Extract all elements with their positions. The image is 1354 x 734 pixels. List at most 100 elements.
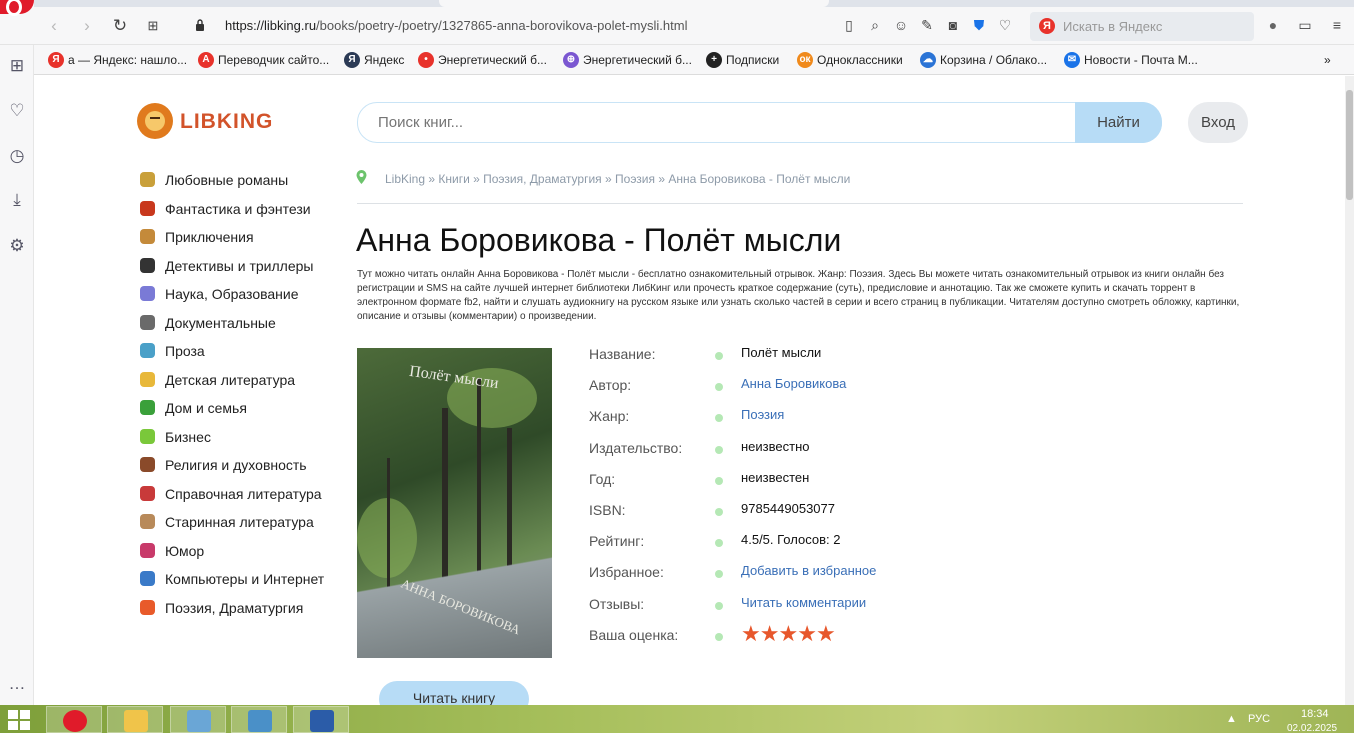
breadcrumb-link[interactable]: Поэзия xyxy=(615,172,655,186)
star-icon[interactable]: ★ xyxy=(816,621,836,646)
info-row: Год: неизвестен xyxy=(589,470,1049,502)
bookmark-label: Одноклассники xyxy=(817,53,903,67)
category-icon xyxy=(140,286,155,301)
active-tab[interactable] xyxy=(439,0,829,7)
star-icon[interactable]: ★ xyxy=(778,621,798,646)
category-item[interactable]: Юмор xyxy=(138,539,348,568)
windows-start-icon[interactable] xyxy=(8,710,30,730)
bookmarks-more-icon[interactable]: » xyxy=(1324,52,1331,68)
tray-expand-icon[interactable]: ▲ xyxy=(1226,713,1237,725)
category-icon xyxy=(140,571,155,586)
speed-dial-icon[interactable]: ⊞ xyxy=(5,54,29,78)
lock-icon[interactable] xyxy=(195,19,205,31)
breadcrumb-link[interactable]: LibKing xyxy=(385,172,425,186)
info-value[interactable]: Читать комментарии xyxy=(741,595,866,610)
category-item[interactable]: Наука, Образование xyxy=(138,282,348,311)
category-label: Юмор xyxy=(165,542,205,559)
bookmark-item[interactable]: ✉ Новости - Почта М... xyxy=(1064,52,1198,68)
bullet-icon xyxy=(715,539,723,548)
bookmark-label: Яндекс xyxy=(364,53,405,67)
category-label: Фантастика и фэнтези xyxy=(165,200,311,217)
divider xyxy=(357,203,1243,204)
info-value[interactable]: Анна Боровикова xyxy=(741,376,846,391)
category-item[interactable]: Любовные романы xyxy=(138,168,348,197)
category-item[interactable]: Фантастика и фэнтези xyxy=(138,197,348,226)
heart-icon[interactable]: ♡ xyxy=(996,16,1014,34)
book-search-input[interactable] xyxy=(378,114,1068,131)
read-book-button[interactable]: Читать книгу xyxy=(379,681,529,705)
category-item[interactable]: Справочная литература xyxy=(138,482,348,511)
forward-icon[interactable]: › xyxy=(77,16,97,36)
category-item[interactable]: Приключения xyxy=(138,225,348,254)
taskbar-app[interactable] xyxy=(170,706,226,733)
taskbar-word[interactable] xyxy=(293,706,349,733)
star-icon[interactable]: ★ xyxy=(760,621,780,646)
back-icon[interactable]: ‹ xyxy=(44,16,64,36)
breadcrumb-link[interactable]: Книги xyxy=(438,172,469,186)
category-icon xyxy=(140,400,155,415)
category-item[interactable]: Бизнес xyxy=(138,425,348,454)
search-page-icon[interactable]: ⌕ xyxy=(866,16,884,34)
photos-icon xyxy=(248,710,272,732)
clock-date[interactable]: 02.02.2025 xyxy=(1287,723,1337,734)
clock-time[interactable]: 18:34 xyxy=(1301,708,1329,720)
downloads-icon[interactable]: ⤓ xyxy=(5,188,29,212)
emoji-icon[interactable]: ☺ xyxy=(892,16,910,34)
bookmark-item[interactable]: ☁ Корзина / Облако... xyxy=(920,52,1047,68)
info-row: Название: Полёт мысли xyxy=(589,345,1049,377)
category-item[interactable]: Дом и семья xyxy=(138,396,348,425)
settings-gear-icon[interactable]: ⚙ xyxy=(5,234,29,258)
info-value: 9785449053077 xyxy=(741,500,835,516)
bookmark-item[interactable]: Яа — Яндекс: нашло... xyxy=(48,52,187,68)
page-scrollbar[interactable] xyxy=(1345,76,1354,705)
reload-icon[interactable]: ↻ xyxy=(110,16,130,36)
address-bar[interactable]: https://libking.ru/books/poetry-/poetry/… xyxy=(225,18,687,33)
bookmark-item[interactable]: Я Яндекс xyxy=(344,52,404,68)
shield-icon[interactable]: ⛊ xyxy=(970,16,988,34)
star-icon[interactable]: ★ xyxy=(797,621,817,646)
bookmark-item[interactable]: • Энергетический б... xyxy=(418,52,547,68)
scrollbar-thumb[interactable] xyxy=(1346,90,1353,200)
edit-icon[interactable]: ✎ xyxy=(918,16,936,34)
history-icon[interactable]: ◷ xyxy=(5,144,29,168)
easy-setup-icon[interactable]: ≡ xyxy=(1328,16,1346,34)
yandex-browser-icon: Я xyxy=(344,52,360,68)
category-item[interactable]: Компьютеры и Интернет xyxy=(138,567,348,596)
bookmark-item[interactable]: ⊕ Энергетический б... xyxy=(563,52,692,68)
bookmark-label: Энергетический б... xyxy=(583,53,692,67)
profile-icon[interactable]: ● xyxy=(1264,16,1282,34)
rating-stars: ★★★★★ xyxy=(741,621,836,647)
tab-strip xyxy=(34,0,1354,7)
info-value[interactable]: Добавить в избранное xyxy=(741,563,876,578)
battery-icon[interactable]: ▭ xyxy=(1296,16,1314,34)
language-indicator[interactable]: РУС xyxy=(1248,713,1270,725)
yandex-search-field[interactable]: Я Искать в Яндекс xyxy=(1030,12,1254,41)
bookmark-label: Переводчик сайто... xyxy=(218,53,330,67)
category-item[interactable]: Проза xyxy=(138,339,348,368)
taskbar-explorer[interactable] xyxy=(107,706,163,733)
ok-icon: ок xyxy=(797,52,813,68)
star-icon[interactable]: ★ xyxy=(741,621,761,646)
category-item[interactable]: Поэзия, Драматургия xyxy=(138,596,348,625)
category-item[interactable]: Документальные xyxy=(138,311,348,340)
bookmarks-heart-icon[interactable]: ♡ xyxy=(5,99,29,123)
category-item[interactable]: Старинная литература xyxy=(138,510,348,539)
book-cover-image[interactable]: Полёт мысли АННА БОРОВИКОВА xyxy=(357,348,552,658)
bookmark-item[interactable]: A Переводчик сайто... xyxy=(198,52,329,68)
bookmark-item[interactable]: + Подписки xyxy=(706,52,779,68)
category-item[interactable]: Религия и духовность xyxy=(138,453,348,482)
reader-icon[interactable]: ▯ xyxy=(840,16,858,34)
taskbar-photos[interactable] xyxy=(231,706,287,733)
opera-menu-icon[interactable] xyxy=(0,0,34,16)
info-value[interactable]: Поэзия xyxy=(741,407,784,422)
taskbar-opera[interactable] xyxy=(46,706,102,733)
search-button[interactable]: Найти xyxy=(1075,102,1162,143)
login-button[interactable]: Вход xyxy=(1188,102,1248,143)
bookmark-item[interactable]: ок Одноклассники xyxy=(797,52,903,68)
category-item[interactable]: Детская литература xyxy=(138,368,348,397)
tabs-grid-icon[interactable]: ⊞ xyxy=(143,16,163,36)
camera-icon[interactable]: ◙ xyxy=(944,16,962,34)
category-item[interactable]: Детективы и триллеры xyxy=(138,254,348,283)
more-icon[interactable]: … xyxy=(5,672,29,696)
breadcrumb-link[interactable]: Поэзия, Драматургия xyxy=(483,172,602,186)
